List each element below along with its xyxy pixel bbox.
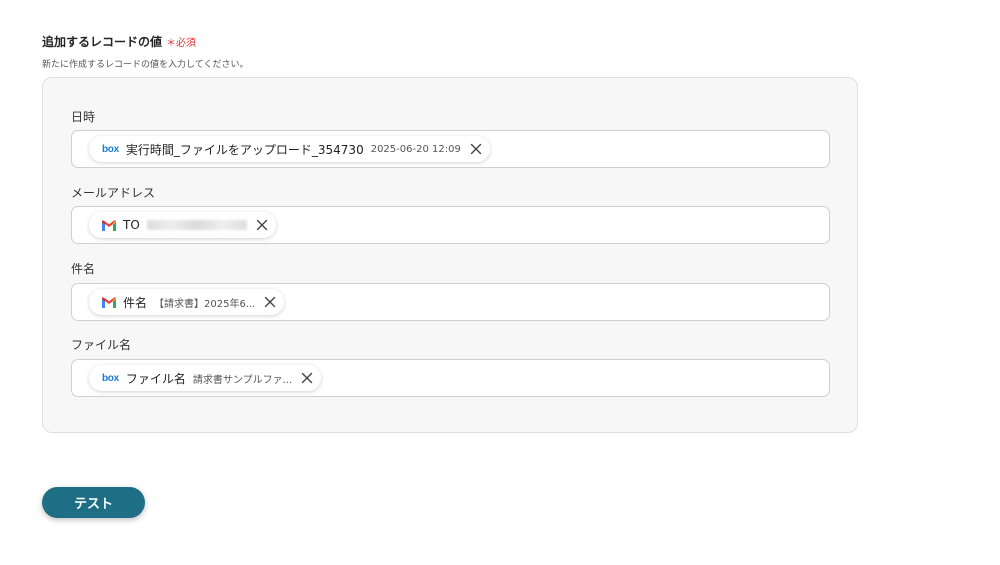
- close-icon[interactable]: [468, 141, 484, 157]
- chip-value: 2025-06-20 12:09: [370, 143, 461, 155]
- chip-value: 【請求書】2025年6...: [154, 298, 256, 310]
- chip-value: 請求書サンプルファ...: [192, 374, 293, 386]
- field-label-filename: ファイル名: [71, 338, 132, 352]
- field-label-subject: 件名: [71, 262, 96, 276]
- field-input-subject[interactable]: 件名 【請求書】2025年6...: [71, 283, 830, 321]
- field-input-email[interactable]: TO: [71, 206, 830, 244]
- variable-chip[interactable]: 件名 【請求書】2025年6...: [89, 289, 285, 315]
- required-badge: ＊必須: [166, 38, 197, 49]
- field-input-filename[interactable]: box ファイル名 請求書サンプルファ...: [71, 359, 830, 397]
- chip-label: ファイル名: [125, 371, 186, 386]
- gmail-icon: [102, 296, 116, 308]
- variable-chip[interactable]: box ファイル名 請求書サンプルファ...: [89, 365, 322, 391]
- chip-label: TO: [123, 218, 140, 232]
- record-values-panel: 日時 box 実行時間_ファイルをアップロード_354730 2025-06-2…: [42, 77, 858, 433]
- gmail-icon: [102, 219, 116, 231]
- variable-chip[interactable]: TO: [89, 212, 276, 238]
- close-icon[interactable]: [254, 217, 270, 233]
- variable-chip[interactable]: box 実行時間_ファイルをアップロード_354730 2025-06-20 1…: [89, 136, 490, 162]
- field-input-datetime[interactable]: box 実行時間_ファイルをアップロード_354730 2025-06-20 1…: [71, 130, 830, 168]
- field-label-email: メールアドレス: [71, 186, 156, 200]
- chip-label: 件名: [123, 295, 148, 310]
- box-icon: box: [102, 372, 119, 384]
- close-icon[interactable]: [262, 294, 278, 310]
- test-button[interactable]: テスト: [42, 487, 145, 518]
- redacted-value: [146, 220, 247, 230]
- close-icon[interactable]: [299, 370, 315, 386]
- chip-label: 実行時間_ファイルをアップロード_354730: [125, 142, 364, 157]
- section-title: 追加するレコードの値 ＊必須: [42, 33, 196, 50]
- section-title-text: 追加するレコードの値: [42, 35, 163, 49]
- field-label-datetime: 日時: [71, 110, 96, 124]
- section-description: 新たに作成するレコードの値を入力してください。: [42, 60, 249, 70]
- box-icon: box: [102, 143, 119, 155]
